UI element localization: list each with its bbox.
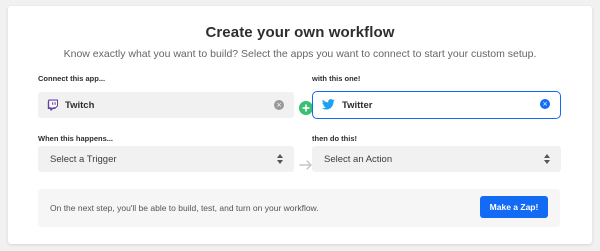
clear-action-app-icon[interactable]: × xyxy=(540,99,550,109)
trigger-event-select[interactable]: Select a Trigger xyxy=(38,146,294,172)
arrow-right-icon xyxy=(299,158,313,170)
action-app-value: Twitter xyxy=(342,100,373,111)
trigger-event-label: When this happens... xyxy=(38,134,114,143)
twitch-icon xyxy=(47,99,59,111)
sort-arrows-icon xyxy=(276,153,284,165)
page-subtitle: Know exactly what you want to build? Sel… xyxy=(63,48,537,60)
action-event-label: then do this! xyxy=(312,134,357,143)
footer-panel: On the next step, you'll be able to buil… xyxy=(38,189,560,227)
trigger-app-label: Connect this app... xyxy=(38,74,106,83)
trigger-app-value: Twitch xyxy=(65,100,95,111)
clear-trigger-app-icon[interactable]: × xyxy=(274,100,284,110)
action-event-select[interactable]: Select an Action xyxy=(312,146,561,172)
make-a-zap-button[interactable]: Make a Zap! xyxy=(480,196,548,218)
action-app-label: with this one! xyxy=(312,74,361,83)
twitter-icon xyxy=(321,99,335,110)
action-event-value: Select an Action xyxy=(324,154,393,165)
sort-arrows-icon xyxy=(543,153,551,165)
trigger-event-value: Select a Trigger xyxy=(50,154,117,165)
trigger-app-field[interactable]: Twitch × xyxy=(38,92,294,118)
footer-text: On the next step, you'll be able to buil… xyxy=(50,203,319,213)
action-app-field[interactable]: Twitter × xyxy=(312,91,561,119)
plus-icon xyxy=(299,101,313,115)
page-title: Create your own workflow xyxy=(205,24,395,41)
